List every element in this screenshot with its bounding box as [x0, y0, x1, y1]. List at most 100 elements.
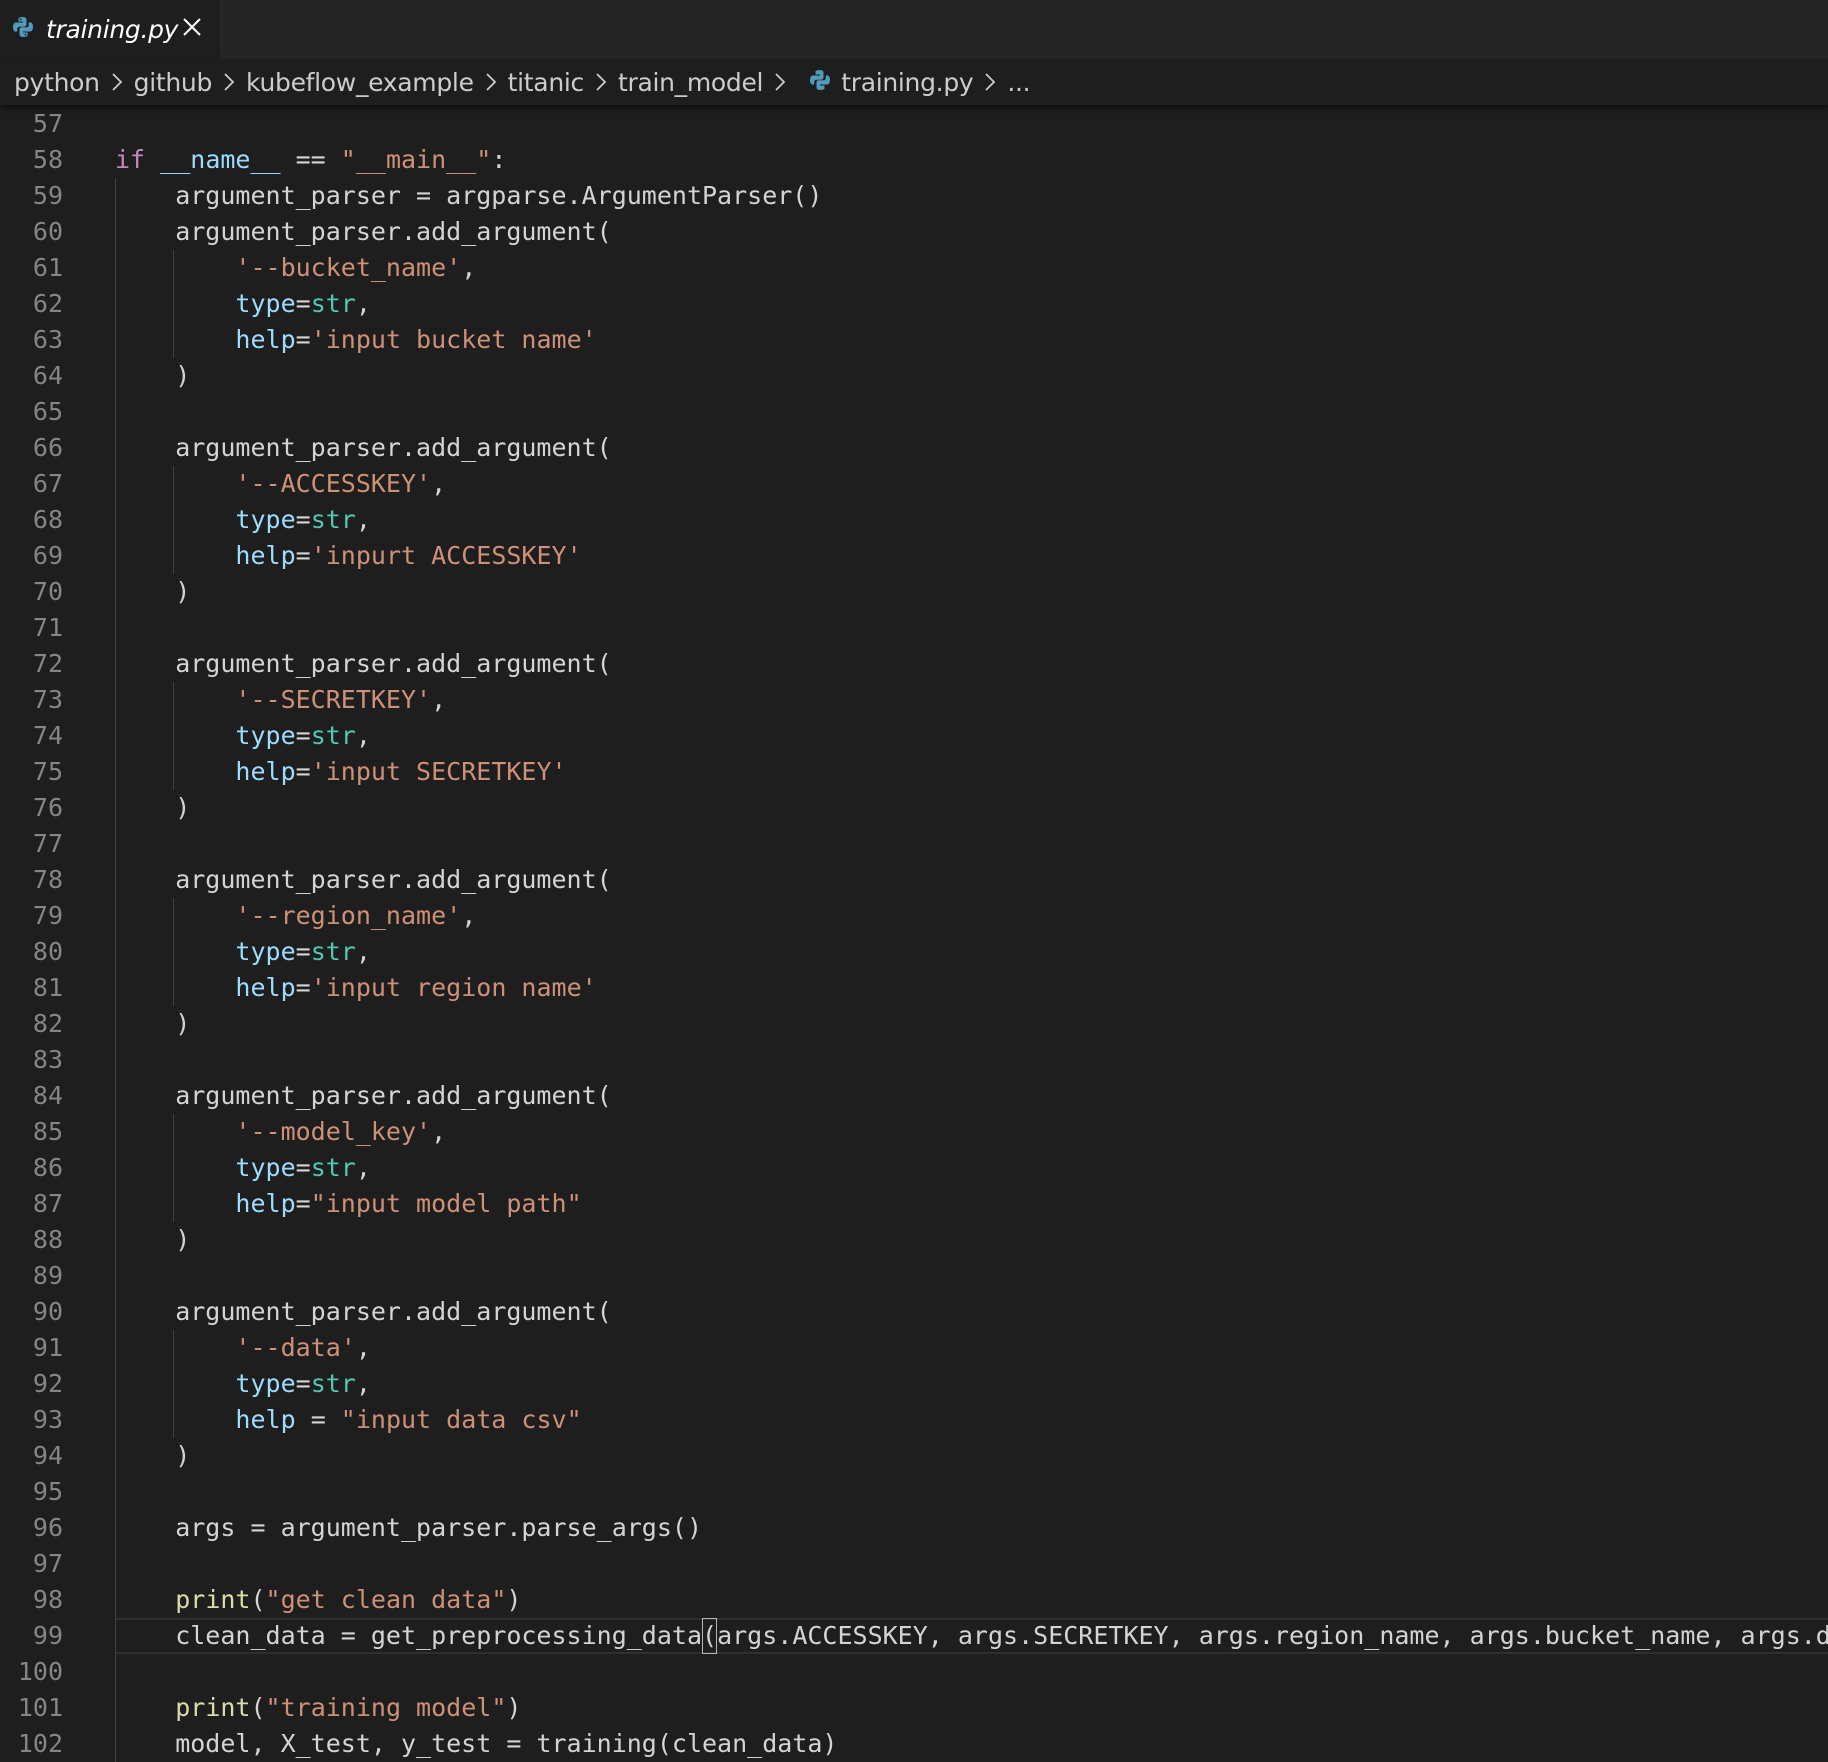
line-number[interactable]: 100 [0, 1654, 63, 1690]
line-number[interactable]: 92 [0, 1366, 63, 1402]
close-icon[interactable] [180, 15, 204, 39]
breadcrumb-item-train-model[interactable]: train_model [618, 68, 764, 97]
code-line[interactable]: 93 help = "input data csv" [0, 1402, 1828, 1438]
line-number[interactable]: 86 [0, 1150, 63, 1186]
code-line[interactable]: 92 type=str, [0, 1366, 1828, 1402]
breadcrumb-item-kubeflow-example[interactable]: kubeflow_example [246, 68, 474, 97]
code-line[interactable]: 87 help="input model path" [0, 1186, 1828, 1222]
line-number[interactable]: 97 [0, 1546, 63, 1582]
line-number[interactable]: 82 [0, 1006, 63, 1042]
code-line[interactable]: 79 '--region_name', [0, 898, 1828, 934]
code-line[interactable]: 65 [0, 394, 1828, 430]
line-number[interactable]: 89 [0, 1258, 63, 1294]
line-number[interactable]: 98 [0, 1582, 63, 1618]
breadcrumb-item-titanic[interactable]: titanic [508, 68, 585, 97]
line-number[interactable]: 81 [0, 970, 63, 1006]
line-number[interactable]: 73 [0, 682, 63, 718]
line-number[interactable]: 84 [0, 1078, 63, 1114]
code-line[interactable]: 91 '--data', [0, 1330, 1828, 1366]
line-number[interactable]: 93 [0, 1402, 63, 1438]
line-number[interactable]: 75 [0, 754, 63, 790]
code-line[interactable]: 74 type=str, [0, 718, 1828, 754]
tab-training-py[interactable]: training.py [0, 0, 220, 59]
code-line[interactable]: 100 [0, 1654, 1828, 1690]
line-number[interactable]: 58 [0, 142, 63, 178]
line-number[interactable]: 95 [0, 1474, 63, 1510]
breadcrumb-item-github[interactable]: github [134, 68, 213, 97]
code-line[interactable]: 89 [0, 1258, 1828, 1294]
line-number[interactable]: 61 [0, 250, 63, 286]
line-number[interactable]: 59 [0, 178, 63, 214]
line-number[interactable]: 65 [0, 394, 63, 430]
code-line[interactable]: 88 ) [0, 1222, 1828, 1258]
line-number[interactable]: 64 [0, 358, 63, 394]
code-line[interactable]: 71 [0, 610, 1828, 646]
breadcrumb-item-python[interactable]: python [14, 68, 100, 97]
breadcrumb-file[interactable]: training.py [841, 68, 973, 97]
line-number[interactable]: 78 [0, 862, 63, 898]
code-line[interactable]: 75 help='input SECRETKEY' [0, 754, 1828, 790]
code-editor[interactable]: 57 58 if __name__ == "__main__": 59 argumen… [0, 105, 1828, 1762]
line-number[interactable]: 68 [0, 502, 63, 538]
code-line[interactable]: 84 argument_parser.add_argument( [0, 1078, 1828, 1114]
line-number[interactable]: 87 [0, 1186, 63, 1222]
code-line[interactable]: 59 argument_parser = argparse.ArgumentPa… [0, 178, 1828, 214]
line-number[interactable]: 74 [0, 718, 63, 754]
breadcrumb-more[interactable]: ... [1007, 68, 1030, 97]
code-line[interactable]: 98 print("get clean data") [0, 1582, 1828, 1618]
line-number[interactable]: 62 [0, 286, 63, 322]
line-number[interactable]: 91 [0, 1330, 63, 1366]
code-line[interactable]: 97 [0, 1546, 1828, 1582]
line-number[interactable]: 88 [0, 1222, 63, 1258]
line-number[interactable]: 77 [0, 826, 63, 862]
code-line[interactable]: 101 print("training model") [0, 1690, 1828, 1726]
code-line[interactable]: 85 '--model_key', [0, 1114, 1828, 1150]
code-line[interactable]: 86 type=str, [0, 1150, 1828, 1186]
line-number[interactable]: 80 [0, 934, 63, 970]
code-line[interactable]: 90 argument_parser.add_argument( [0, 1294, 1828, 1330]
code-line[interactable]: 64 ) [0, 358, 1828, 394]
code-line[interactable]: 62 type=str, [0, 286, 1828, 322]
code-line[interactable]: 57 [0, 106, 1828, 142]
line-number[interactable]: 94 [0, 1438, 63, 1474]
code-line[interactable]: 83 [0, 1042, 1828, 1078]
code-line[interactable]: 77 [0, 826, 1828, 862]
line-number[interactable]: 71 [0, 610, 63, 646]
code-line[interactable]: 99 clean_data = get_preprocessing_data(a… [0, 1618, 1828, 1654]
line-number[interactable]: 79 [0, 898, 63, 934]
line-number[interactable]: 102 [0, 1726, 63, 1762]
line-number[interactable]: 90 [0, 1294, 63, 1330]
code-line[interactable]: 94 ) [0, 1438, 1828, 1474]
code-line[interactable]: 80 type=str, [0, 934, 1828, 970]
code-line[interactable]: 78 argument_parser.add_argument( [0, 862, 1828, 898]
code-line[interactable]: 81 help='input region name' [0, 970, 1828, 1006]
line-number[interactable]: 70 [0, 574, 63, 610]
code-line[interactable]: 67 '--ACCESSKEY', [0, 466, 1828, 502]
code-line[interactable]: 73 '--SECRETKEY', [0, 682, 1828, 718]
code-line[interactable]: 66 argument_parser.add_argument( [0, 430, 1828, 466]
code-line[interactable]: 63 help='input bucket name' [0, 322, 1828, 358]
code-line[interactable]: 69 help='inpurt ACCESSKEY' [0, 538, 1828, 574]
line-number[interactable]: 69 [0, 538, 63, 574]
line-number[interactable]: 83 [0, 1042, 63, 1078]
line-number[interactable]: 96 [0, 1510, 63, 1546]
line-number[interactable]: 99 [0, 1618, 63, 1654]
code-line[interactable]: 95 [0, 1474, 1828, 1510]
code-line[interactable]: 102 model, X_test, y_test = training(cle… [0, 1726, 1828, 1762]
code-line[interactable]: 70 ) [0, 574, 1828, 610]
code-line[interactable]: 96 args = argument_parser.parse_args() [0, 1510, 1828, 1546]
line-number[interactable]: 60 [0, 214, 63, 250]
code-line[interactable]: 61 '--bucket_name', [0, 250, 1828, 286]
line-number[interactable]: 72 [0, 646, 63, 682]
line-number[interactable]: 57 [0, 106, 63, 142]
line-number[interactable]: 63 [0, 322, 63, 358]
line-number[interactable]: 76 [0, 790, 63, 826]
code-line[interactable]: 68 type=str, [0, 502, 1828, 538]
line-number[interactable]: 66 [0, 430, 63, 466]
line-number[interactable]: 85 [0, 1114, 63, 1150]
line-number[interactable]: 101 [0, 1690, 63, 1726]
code-line[interactable]: 82 ) [0, 1006, 1828, 1042]
code-line[interactable]: 60 argument_parser.add_argument( [0, 214, 1828, 250]
code-line[interactable]: 58 if __name__ == "__main__": [0, 142, 1828, 178]
code-line[interactable]: 76 ) [0, 790, 1828, 826]
